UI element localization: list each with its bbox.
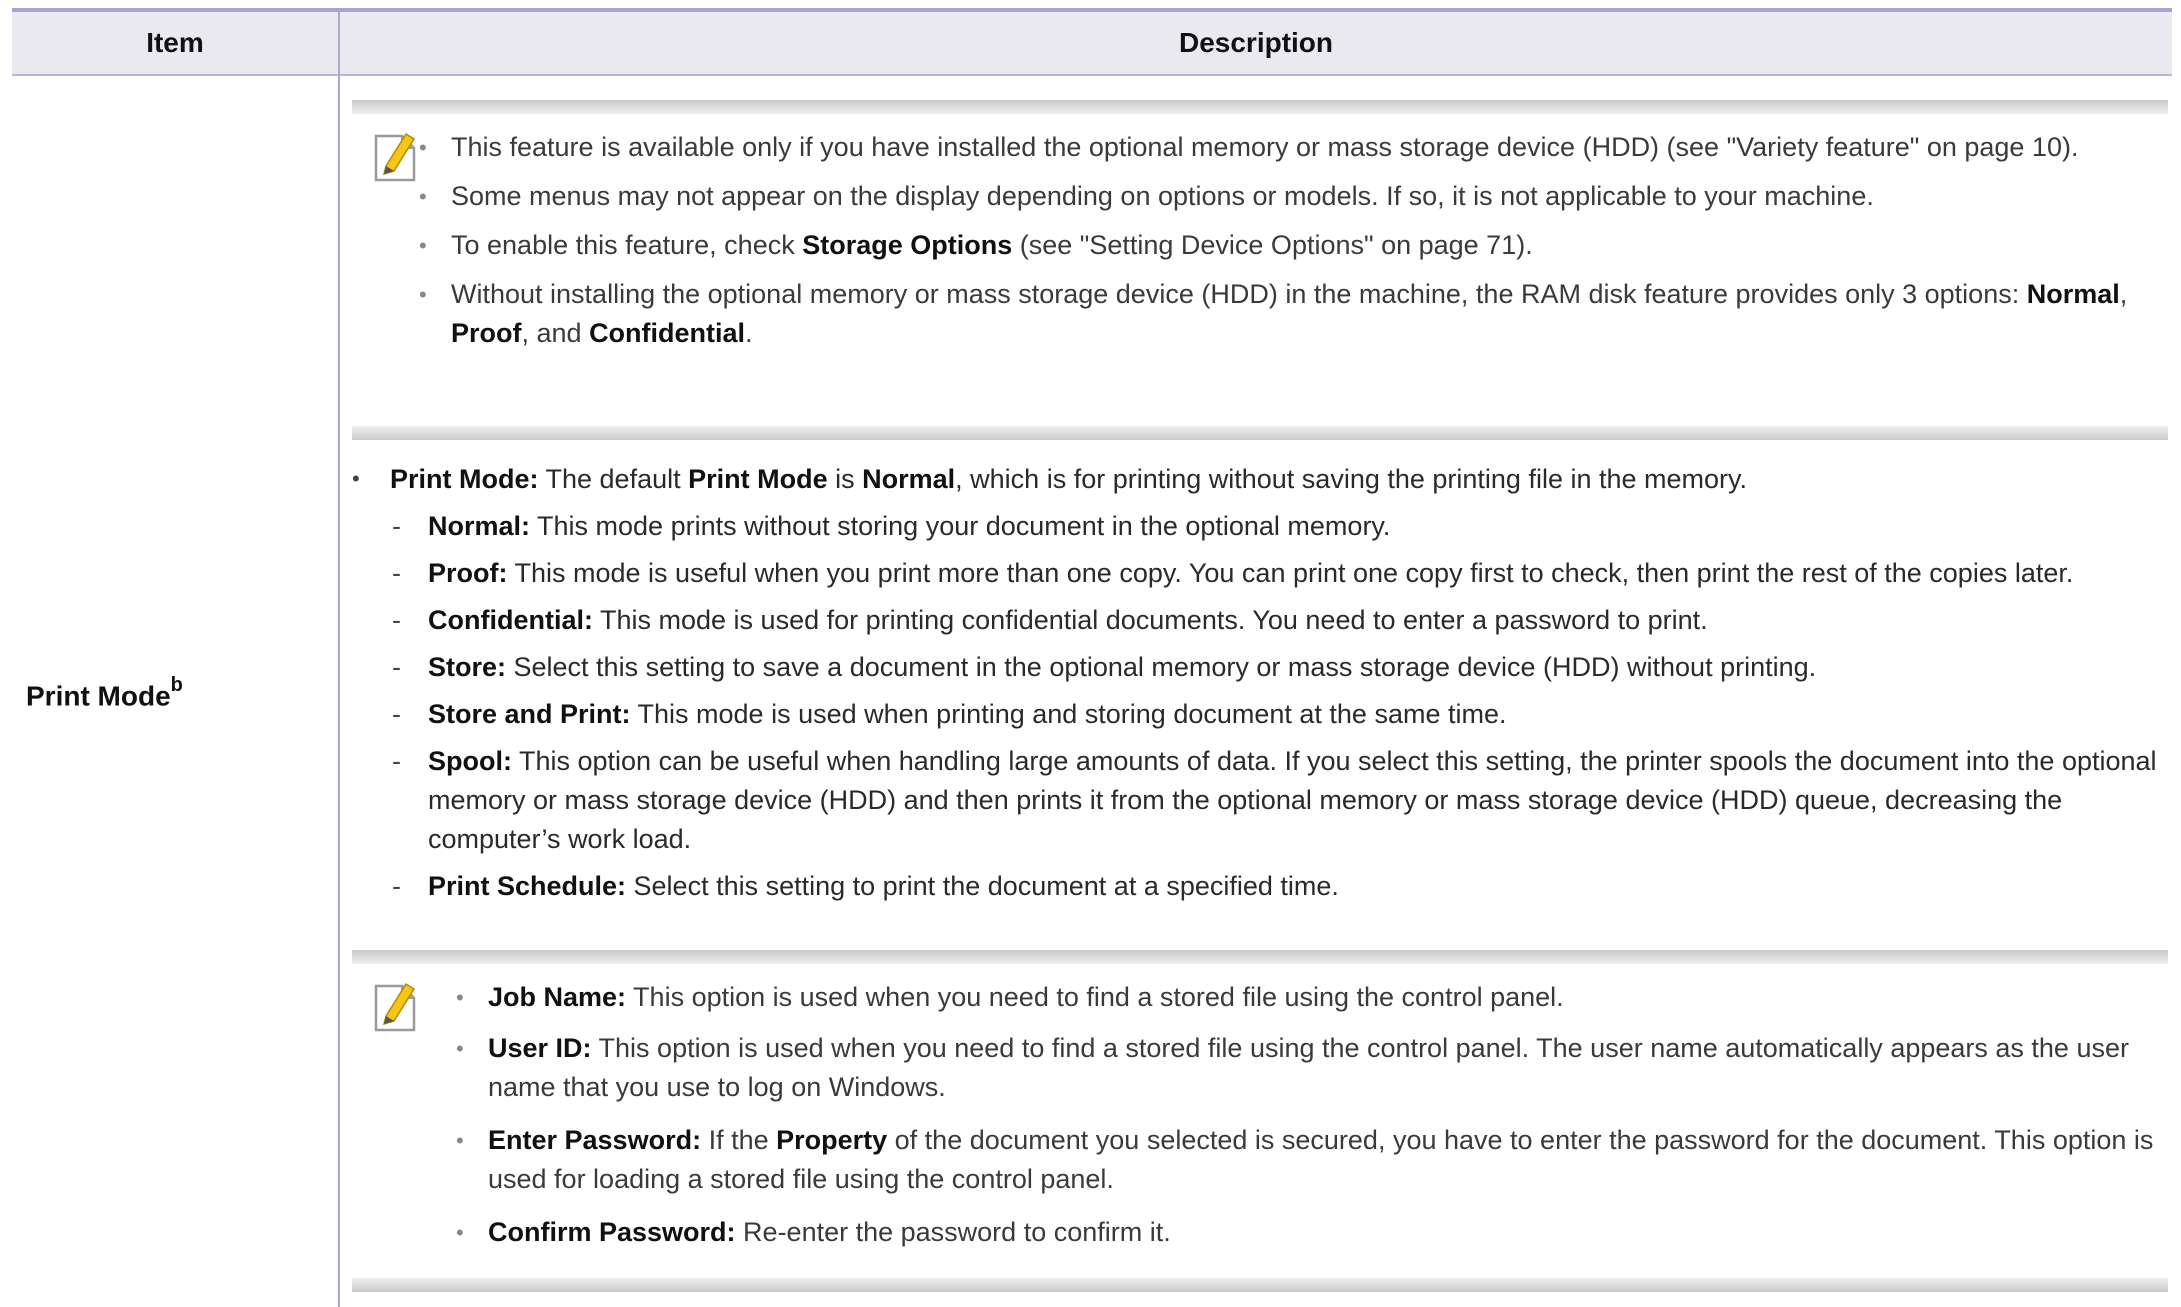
- note-box-1: • This feature is available only if you …: [352, 100, 2168, 440]
- note-text: To enable this feature, check: [451, 230, 803, 260]
- bullet: •: [352, 466, 360, 491]
- note-text: If the: [701, 1125, 777, 1155]
- bold-term: Normal: [862, 464, 956, 494]
- text: The default: [538, 464, 689, 494]
- note-box-2: • Job Name: This option is used when you …: [352, 950, 2168, 1292]
- dash: -: [392, 558, 401, 588]
- note-text: (see "Setting Device Options" on page 71…: [1012, 230, 1533, 260]
- note-text: This feature is available only if you ha…: [451, 132, 2079, 162]
- header-description: Description: [1178, 27, 1334, 58]
- option-confidential: - Confidential: This mode is used for pri…: [352, 601, 2168, 640]
- note-bold-term: User ID:: [488, 1033, 592, 1063]
- option-name: Normal:: [428, 511, 531, 541]
- note-text: .: [745, 318, 753, 348]
- note-pencil-icon: [374, 982, 416, 1032]
- note-2-item-user-id: • User ID: This option is used when you n…: [456, 1029, 2161, 1107]
- note-2-item-enter-password: • Enter Password: If the Property of the …: [456, 1121, 2161, 1199]
- column-divider: [338, 12, 340, 1307]
- note-text: Re-enter the password to confirm it.: [735, 1217, 1171, 1247]
- dash: -: [392, 699, 401, 729]
- note-text: , and: [521, 318, 590, 348]
- dash: -: [392, 652, 401, 682]
- option-text: This option can be useful when handling …: [428, 746, 2157, 854]
- option-text: Select this setting to save a document i…: [506, 652, 1817, 682]
- option-spool: - Spool: This option can be useful when h…: [352, 742, 2168, 859]
- note-bold-term: Storage Options: [802, 230, 1013, 260]
- note-1-item-3: • To enable this feature, check Storage O…: [419, 226, 2161, 265]
- option-proof: - Proof: This mode is useful when you pri…: [352, 554, 2168, 593]
- option-text: Select this setting to print the documen…: [626, 871, 1339, 901]
- option-text: This mode prints without storing your do…: [530, 511, 1391, 541]
- option-text: This mode is used for printing confident…: [592, 605, 1708, 635]
- item-footnote-mark: b: [170, 674, 183, 696]
- note-text: Without installing the optional memory o…: [451, 279, 2027, 309]
- note-text: This option is used when you need to fin…: [626, 982, 1564, 1012]
- option-store-and-print: - Store and Print: This mode is used when…: [352, 695, 2168, 734]
- option-print-schedule: - Print Schedule: Select this setting to …: [352, 867, 2168, 906]
- option-name: Print Schedule:: [428, 871, 627, 901]
- note-2-list: • Job Name: This option is used when you …: [456, 978, 2161, 1252]
- option-name: Store:: [428, 652, 507, 682]
- header-bottom-rule: [12, 74, 2172, 76]
- note-pencil-icon: [374, 132, 416, 182]
- note-1-list: • This feature is available only if you …: [419, 128, 2161, 353]
- note-box-bottom-shade: [352, 426, 2168, 440]
- option-name: Spool:: [428, 746, 512, 776]
- note-bold-term: Property: [776, 1125, 888, 1155]
- header-item: Item: [146, 27, 204, 58]
- note-2-item-job-name: • Job Name: This option is used when you …: [456, 978, 2161, 1017]
- bullet: •: [419, 184, 427, 209]
- bullet: •: [419, 282, 427, 307]
- option-normal: - Normal: This mode prints without storin…: [352, 507, 2168, 546]
- dash: -: [392, 511, 401, 541]
- option-name: Store and Print:: [428, 699, 631, 729]
- item-label-text: Print Mode: [26, 680, 171, 712]
- bullet: •: [419, 135, 427, 160]
- bold-term: Print Mode:: [390, 464, 539, 494]
- note-bold-term: Confidential: [589, 318, 746, 348]
- note-bold-term: Enter Password:: [488, 1125, 702, 1155]
- dash: -: [392, 746, 401, 776]
- item-print-mode: Print Modeb: [26, 674, 183, 712]
- text: is: [827, 464, 863, 494]
- option-name: Proof:: [428, 558, 508, 588]
- note-bold-term: Confirm Password:: [488, 1217, 736, 1247]
- bullet: •: [419, 233, 427, 258]
- bold-term: Print Mode: [688, 464, 828, 494]
- option-text: This mode is useful when you print more …: [507, 558, 2074, 588]
- note-1-item-4: • Without installing the optional memory …: [419, 275, 2161, 353]
- bullet: •: [456, 1036, 464, 1061]
- print-mode-list: • Print Mode: The default Print Mode is N…: [352, 459, 2168, 906]
- note-1-item-2: • Some menus may not appear on the displa…: [419, 177, 2161, 216]
- note-bold-term: Job Name:: [488, 982, 627, 1012]
- dash: -: [392, 605, 401, 635]
- note-bold-term: Normal: [2026, 279, 2120, 309]
- note-text: Some menus may not appear on the display…: [451, 181, 1874, 211]
- dash: -: [392, 871, 401, 901]
- note-bold-term: Proof: [451, 318, 522, 348]
- note-text: This option is used when you need to fin…: [488, 1033, 2129, 1102]
- document-page: Item Description Print Modeb • This feat…: [0, 0, 2181, 1307]
- bullet: •: [456, 1128, 464, 1153]
- option-store: - Store: Select this setting to save a do…: [352, 648, 2168, 687]
- option-text: This mode is used when printing and stor…: [630, 699, 1507, 729]
- note-1-item-1: • This feature is available only if you …: [419, 128, 2161, 167]
- note-text: ,: [2119, 279, 2128, 309]
- option-name: Confidential:: [428, 605, 593, 635]
- note-2-item-confirm-password: • Confirm Password: Re-enter the password…: [456, 1213, 2161, 1252]
- note-box-top-shade: [352, 100, 2168, 114]
- print-mode-heading: • Print Mode: The default Print Mode is N…: [352, 459, 2168, 499]
- note-box-bottom-shade: [352, 1278, 2168, 1292]
- bullet: •: [456, 985, 464, 1010]
- text: , which is for printing without saving t…: [955, 464, 1748, 494]
- note-box-top-shade: [352, 950, 2168, 964]
- bullet: •: [456, 1220, 464, 1245]
